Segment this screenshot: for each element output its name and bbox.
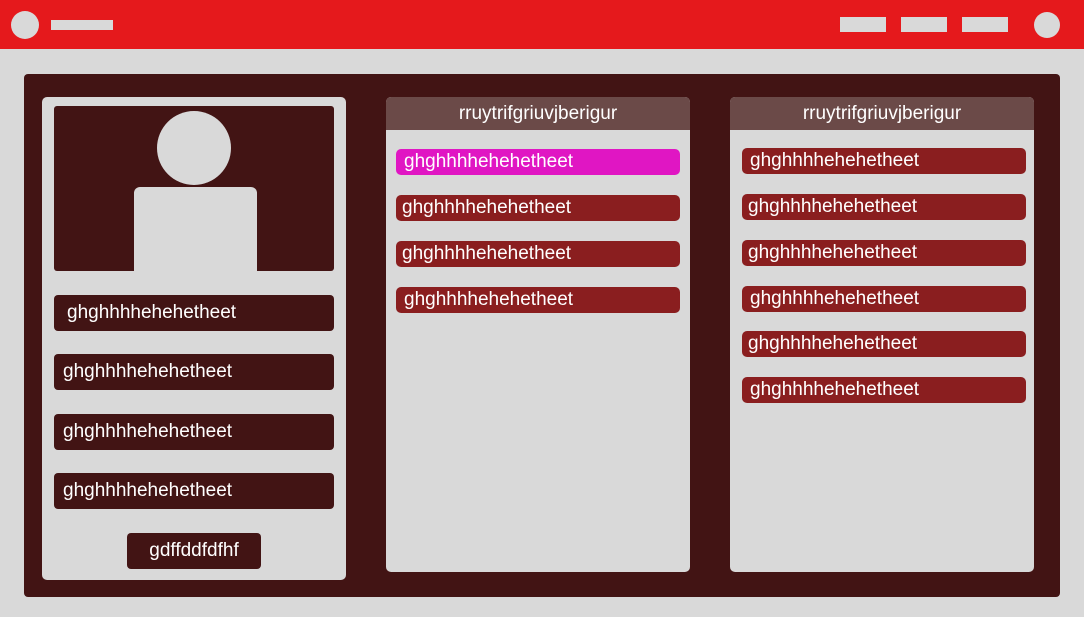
list-item[interactable]: ghghhhhehehetheet (396, 241, 680, 267)
profile-field[interactable]: ghghhhhehehetheet (54, 473, 334, 509)
user-avatar-icon[interactable] (1034, 12, 1060, 38)
profile-field[interactable]: ghghhhhehehetheet (54, 295, 334, 331)
avatar-head-icon (157, 111, 231, 185)
profile-field[interactable]: ghghhhhehehetheet (54, 414, 334, 450)
list-item[interactable]: ghghhhhehehetheet (742, 194, 1026, 220)
profile-action-button[interactable]: gdffddfdfhf (127, 533, 261, 569)
app-title-placeholder (51, 20, 113, 30)
avatar (54, 106, 334, 271)
avatar-body-icon (134, 187, 257, 271)
list-title: rruytrifgriuvjberigur (386, 97, 690, 130)
list-item[interactable]: ghghhhhehehetheet (742, 331, 1026, 357)
list-item[interactable]: ghghhhhehehetheet (742, 286, 1026, 312)
list-item[interactable]: ghghhhhehehetheet (742, 148, 1026, 174)
list-item[interactable]: ghghhhhehehetheet (742, 240, 1026, 266)
nav-item-1[interactable] (840, 17, 886, 32)
list-title: rruytrifgriuvjberigur (730, 97, 1034, 130)
list-item[interactable]: ghghhhhehehetheet (396, 195, 680, 221)
list-item[interactable]: ghghhhhehehetheet (396, 149, 680, 175)
top-bar (0, 0, 1084, 49)
list-item[interactable]: ghghhhhehehetheet (396, 287, 680, 313)
nav-item-3[interactable] (962, 17, 1008, 32)
logo-icon[interactable] (11, 11, 39, 39)
nav-item-2[interactable] (901, 17, 947, 32)
list-item[interactable]: ghghhhhehehetheet (742, 377, 1026, 403)
profile-field[interactable]: ghghhhhehehetheet (54, 354, 334, 390)
